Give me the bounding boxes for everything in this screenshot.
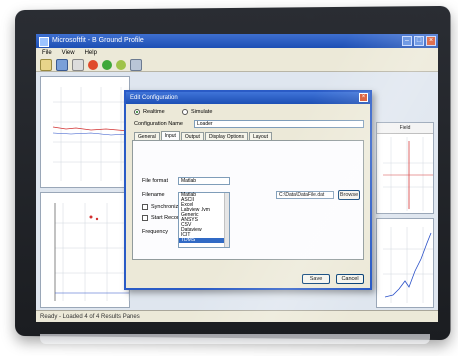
open-icon[interactable] [40,58,52,71]
start-recording-checkbox[interactable] [142,215,148,221]
save-button[interactable]: Save [302,274,330,284]
plot-bottom-left-svg [54,203,130,301]
plot-panel-top-right[interactable]: Field [376,122,434,214]
plot-panel-bottom-left[interactable] [40,192,130,308]
filename-label: Filename [142,192,165,198]
list-item-selected[interactable]: TDMS [179,238,229,243]
app-title: Microsoftfit - B Ground Profile [52,37,144,44]
file-format-dropdown-list[interactable]: Matlab ASCII Excel Labview .lvm Generic … [178,192,230,248]
tab-content [132,140,364,260]
plot-panel-bottom-right[interactable] [376,218,434,308]
screen: Microsoftfit - B Ground Profile – □ × Fi… [36,34,438,322]
settings-icon[interactable] [130,58,142,71]
cancel-button[interactable]: Cancel [336,274,364,284]
list-scrollbar[interactable] [224,193,229,247]
tab-input[interactable]: Input [160,131,180,140]
close-app-button[interactable]: × [426,36,436,46]
menu-view[interactable]: View [62,48,75,58]
browse-button[interactable]: Browse [338,190,360,200]
plot-top-left-svg [52,87,130,181]
menu-help[interactable]: Help [85,48,97,58]
synchronize-checkbox[interactable] [142,204,148,210]
radio-simulate-label: Simulate [191,109,213,115]
synchronize-label: Synchronize [151,204,182,210]
app-title-bar: Microsoftfit - B Ground Profile – □ × [36,34,438,48]
plot-bottom-right-svg [383,227,433,303]
radio-realtime[interactable] [134,109,140,115]
radio-realtime-label: Realtime [143,109,165,115]
minimize-button[interactable]: – [402,36,412,46]
config-name-label: Configuration Name [134,121,183,127]
plot-panel-top-left[interactable] [40,76,130,188]
save-icon[interactable] [56,58,68,71]
file-format-label: File format [142,178,168,184]
filename-field[interactable]: C:\Data\DataFile.dat [276,191,334,199]
menu-file[interactable]: File [42,48,52,58]
edit-configuration-dialog: Edit Configuration × Realtime Simulate C… [124,90,372,290]
print-icon[interactable] [72,58,84,71]
stop-icon[interactable] [88,59,98,70]
toolbar [36,58,438,72]
config-name-field[interactable]: Loader [194,120,364,128]
monitor-bezel-bottom [40,334,430,344]
plot-top-right-svg [383,137,433,211]
menu-bar: File View Help [36,48,438,58]
frequency-label: Frequency [142,229,168,235]
dialog-title-bar: Edit Configuration × [126,92,370,104]
status-bar: Ready - Loaded 4 of 4 Results Panes [36,310,438,322]
run-icon[interactable] [102,59,112,70]
refresh-icon[interactable] [116,59,126,70]
radio-simulate[interactable] [182,109,188,115]
dialog-close-button[interactable]: × [359,93,368,102]
maximize-button[interactable]: □ [414,36,424,46]
dialog-title: Edit Configuration [130,95,178,101]
file-format-select[interactable]: Matlab [178,177,230,185]
app-icon [39,37,49,47]
